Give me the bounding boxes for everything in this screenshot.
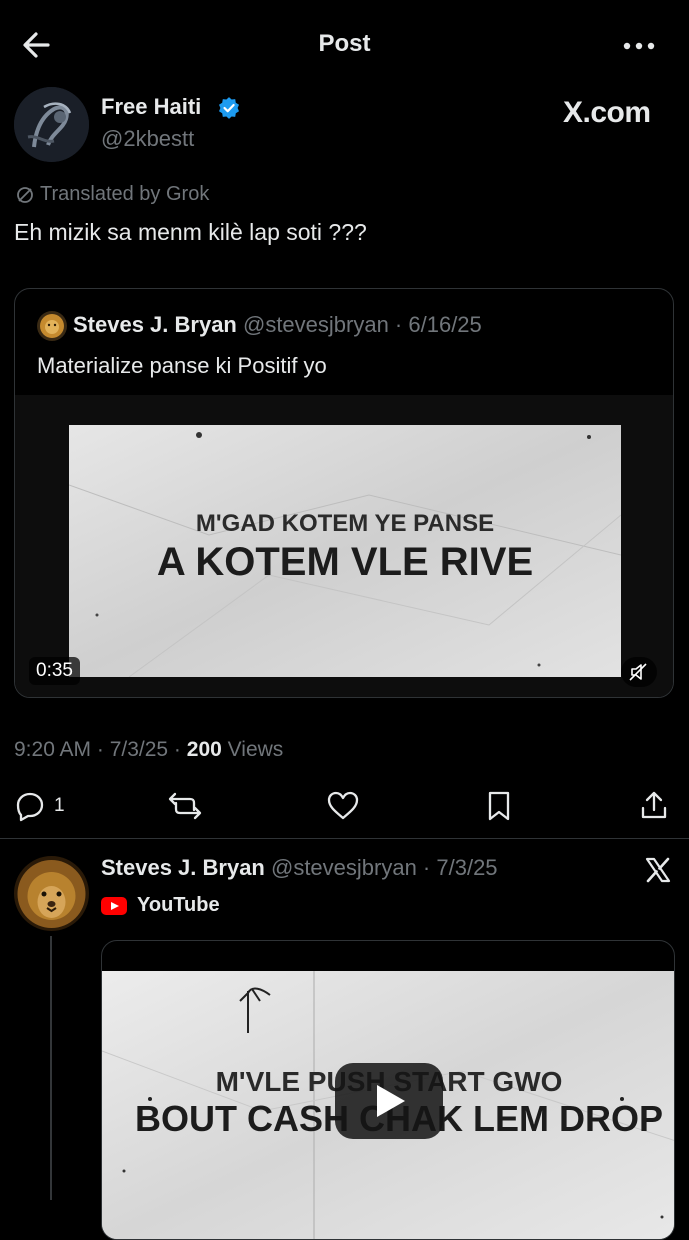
- video-duration: 0:35: [29, 657, 80, 685]
- quote-author: Steves J. Bryan @stevesjbryan · 6/16/25: [73, 312, 482, 338]
- quote-video[interactable]: M'GAD KOTEM YE PANSE A KOTEM VLE RIVE 0:…: [15, 395, 673, 697]
- author-avatar[interactable]: [14, 87, 89, 162]
- verified-badge-icon: [218, 97, 240, 119]
- share-button[interactable]: [638, 786, 670, 826]
- translated-label[interactable]: Translated by Grok: [16, 183, 209, 206]
- reply-author-name: Steves J. Bryan: [101, 855, 265, 880]
- more-button[interactable]: [620, 34, 660, 58]
- x-logo-icon: [644, 856, 672, 884]
- youtube-icon: [101, 896, 127, 915]
- quote-author-avatar: [37, 311, 67, 341]
- author-handle[interactable]: @2kbestt: [101, 126, 194, 152]
- brand-watermark: X.com: [563, 96, 651, 129]
- page-title: Post: [318, 30, 371, 57]
- post-timestamp: 9:20 AM · 7/3/25 ·: [14, 738, 187, 761]
- divider: [0, 838, 689, 839]
- reply-icon: [16, 792, 44, 822]
- grok-translate-icon: [17, 186, 33, 203]
- views-label: Views: [221, 738, 284, 761]
- quote-video-line2: A KOTEM VLE RIVE: [157, 540, 533, 584]
- like-icon: [327, 791, 359, 820]
- youtube-card[interactable]: M'VLE PUSH START GWO BOUT CASH CHAK LEM …: [101, 940, 675, 1240]
- quote-video-frame: M'GAD KOTEM YE PANSE A KOTEM VLE RIVE: [69, 425, 621, 677]
- youtube-label: YouTube: [137, 894, 220, 916]
- like-button[interactable]: [326, 786, 360, 826]
- reply-button[interactable]: 1: [14, 786, 65, 826]
- quote-text: Materialize panse ki Positif yo: [37, 353, 327, 378]
- reply-author[interactable]: Steves J. Bryan @stevesjbryan · 7/3/25: [101, 855, 498, 881]
- more-icon: [623, 42, 655, 50]
- post-meta: 9:20 AM · 7/3/25 · 200 Views: [14, 738, 283, 762]
- share-icon: [641, 791, 667, 819]
- quote-author-name: Steves J. Bryan: [73, 312, 237, 337]
- post-text: Eh mizik sa menm kilè lap soti ???: [14, 219, 367, 245]
- youtube-source[interactable]: YouTube: [101, 894, 220, 917]
- mute-icon: [629, 663, 647, 681]
- author-name[interactable]: Free Haiti: [101, 94, 201, 120]
- thread-line: [50, 936, 52, 1200]
- bookmark-icon: [488, 791, 510, 821]
- bookmark-button[interactable]: [484, 786, 514, 826]
- reply-author-avatar[interactable]: [14, 856, 89, 931]
- quoted-post[interactable]: Steves J. Bryan @stevesjbryan · 6/16/25 …: [14, 288, 674, 698]
- repost-button[interactable]: [166, 786, 204, 826]
- translated-text: Translated by Grok: [40, 183, 210, 205]
- play-button[interactable]: [335, 1063, 443, 1139]
- play-icon: [377, 1085, 405, 1117]
- repost-icon: [168, 792, 202, 820]
- mute-button[interactable]: [621, 657, 657, 687]
- reply-author-meta: @stevesjbryan · 7/3/25: [264, 855, 498, 880]
- views-count: 200: [186, 738, 222, 761]
- quote-video-line1: M'GAD KOTEM YE PANSE: [196, 510, 494, 537]
- reply-count: 1: [54, 795, 65, 816]
- quote-author-meta: @stevesjbryan · 6/16/25: [236, 312, 482, 337]
